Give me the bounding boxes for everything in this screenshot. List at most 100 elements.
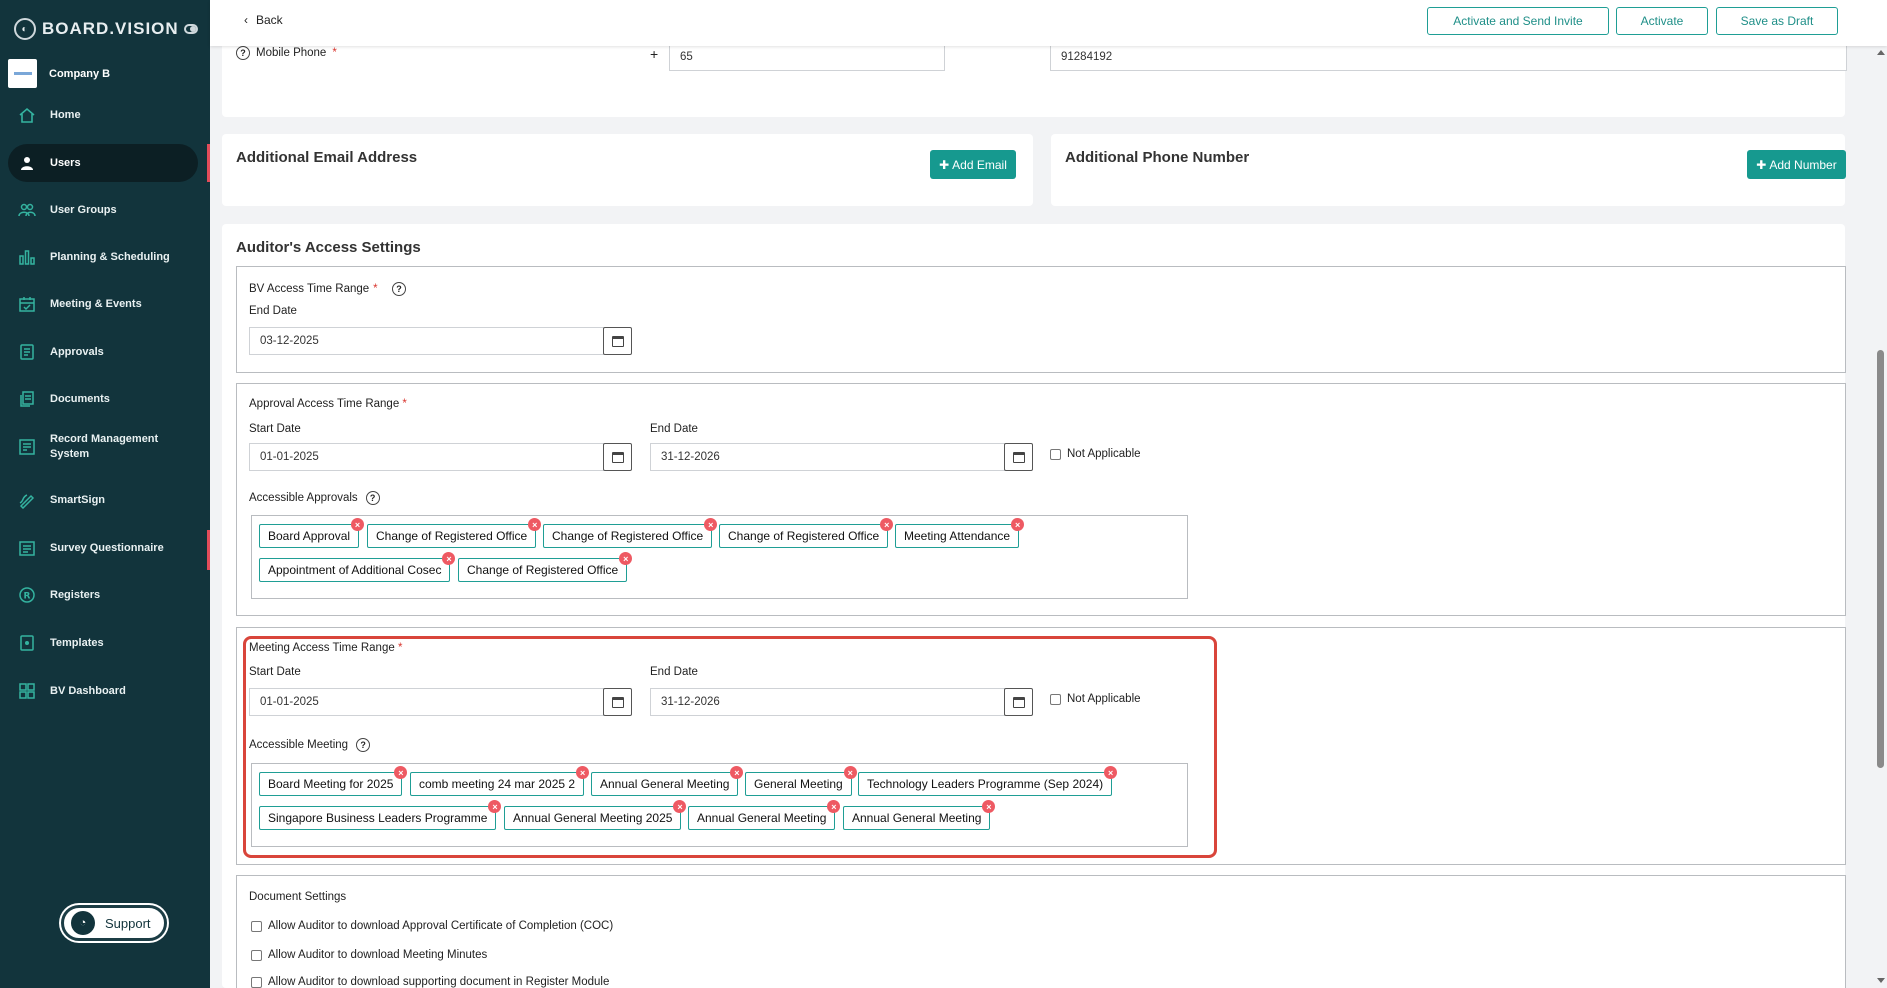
sidebar-item-records[interactable]: Record Management System xyxy=(8,428,198,466)
bv-end-date-input[interactable]: 03-12-2025 xyxy=(249,327,604,355)
approval-start-date-label: Start Date xyxy=(249,423,301,435)
approval-not-applicable-checkbox[interactable]: Not Applicable xyxy=(1050,448,1141,460)
chevron-left-icon: ‹ xyxy=(244,13,248,27)
meeting-tag: Singapore Business Leaders Programme × xyxy=(259,800,502,830)
bv-end-date-label: End Date xyxy=(249,305,297,317)
meeting-start-date-label: Start Date xyxy=(249,666,301,678)
mobile-phone-label: ? Mobile Phone * xyxy=(236,46,337,60)
survey-icon xyxy=(18,539,36,557)
remove-icon[interactable]: × xyxy=(351,518,365,531)
meeting-end-date-label: End Date xyxy=(650,666,698,678)
additional-email-card xyxy=(222,134,1033,206)
calendar-icon[interactable] xyxy=(1004,688,1033,716)
sidebar-item-registers[interactable]: R Registers xyxy=(8,576,198,614)
company-logo xyxy=(8,59,37,88)
sidebar-item-home[interactable]: Home xyxy=(8,96,198,134)
meeting-not-applicable-checkbox[interactable]: Not Applicable xyxy=(1050,693,1141,705)
approval-tag: Appointment of Additional Cosec × xyxy=(259,552,456,582)
sidebar-item-smartsign[interactable]: SmartSign xyxy=(8,481,198,519)
meeting-start-date-input[interactable]: 01-01-2025 xyxy=(249,688,604,716)
country-code-input[interactable]: 65 xyxy=(669,43,945,71)
document-icon xyxy=(18,390,36,408)
activate-send-invite-button[interactable]: Activate and Send Invite xyxy=(1427,7,1609,35)
approval-tag: Change of Registered Office × xyxy=(719,518,894,548)
active-indicator xyxy=(207,144,210,182)
calendar-icon[interactable] xyxy=(603,688,632,716)
help-icon[interactable]: ? xyxy=(392,282,407,296)
save-draft-button[interactable]: Save as Draft xyxy=(1716,7,1838,35)
back-link[interactable]: ‹ Back xyxy=(244,13,283,27)
document-settings-label: Document Settings xyxy=(249,891,347,903)
theme-toggle-icon[interactable] xyxy=(184,24,198,34)
sidebar-item-templates[interactable]: Templates xyxy=(8,624,198,662)
calendar-icon[interactable] xyxy=(603,443,632,471)
sidebar-item-users[interactable]: Users xyxy=(8,144,198,182)
register-download-checkbox[interactable]: Allow Auditor to download supporting doc… xyxy=(251,976,609,988)
help-icon[interactable]: ? xyxy=(356,738,371,752)
sidebar-item-planning[interactable]: Planning & Scheduling xyxy=(8,238,198,276)
checkbox-box[interactable] xyxy=(1050,693,1061,705)
brand-logo[interactable]: ◐ BOARD.VISION xyxy=(14,18,179,40)
sidebar-item-user-groups[interactable]: User Groups xyxy=(8,191,198,229)
checkbox-box[interactable] xyxy=(1050,448,1061,460)
help-icon[interactable]: ? xyxy=(365,491,380,505)
plus-icon: ✚ xyxy=(1756,157,1767,172)
sidebar-item-label: Record Management System xyxy=(50,433,159,460)
meeting-tag: Annual General Meeting × xyxy=(843,800,996,830)
add-number-button[interactable]: ✚ Add Number xyxy=(1747,150,1846,179)
additional-email-title: Additional Email Address xyxy=(236,149,418,166)
bv-access-label: BV Access Time Range * ? xyxy=(249,282,407,296)
remove-icon[interactable]: × xyxy=(843,766,857,779)
meeting-tag: Technology Leaders Programme (Sep 2024) × xyxy=(858,766,1118,796)
calendar-icon[interactable] xyxy=(603,327,632,355)
minutes-download-checkbox[interactable]: Allow Auditor to download Meeting Minute… xyxy=(251,949,487,961)
company-switcher[interactable]: Company B xyxy=(8,59,110,88)
additional-phone-title: Additional Phone Number xyxy=(1065,149,1250,166)
approval-start-date-input[interactable]: 01-01-2025 xyxy=(249,443,604,471)
sidebar-item-label: Home xyxy=(50,108,81,121)
approval-end-date-input[interactable]: 31-12-2026 xyxy=(650,443,1005,471)
meeting-tag: Annual General Meeting × xyxy=(591,766,744,796)
chart-icon xyxy=(18,248,36,266)
support-label: Support xyxy=(105,915,151,931)
scroll-up-icon[interactable] xyxy=(1877,50,1885,55)
activate-button[interactable]: Activate xyxy=(1616,7,1708,35)
approval-icon xyxy=(18,343,36,361)
remove-icon[interactable]: × xyxy=(1011,518,1025,531)
sidebar-item-survey[interactable]: Survey Questionnaire xyxy=(8,529,198,567)
meeting-end-date-input[interactable]: 31-12-2026 xyxy=(650,688,1005,716)
meeting-tag: comb meeting 24 mar 2025 2 × xyxy=(410,766,590,796)
plus-sign: + xyxy=(650,46,659,62)
sidebar-item-meetings[interactable]: Meeting & Events xyxy=(8,285,198,323)
sidebar-item-documents[interactable]: Documents xyxy=(8,380,198,418)
user-group-icon xyxy=(18,201,36,219)
meeting-tag: Annual General Meeting × xyxy=(688,800,841,830)
svg-text:R: R xyxy=(24,592,31,602)
sidebar-item-label: Documents xyxy=(50,392,110,405)
sidebar-item-label: Templates xyxy=(50,636,104,649)
phone-number-input[interactable]: 91284192 xyxy=(1050,43,1847,71)
scrollbar-thumb[interactable] xyxy=(1877,350,1884,768)
user-icon xyxy=(18,154,36,172)
support-button[interactable]: ◔ Support xyxy=(61,905,167,941)
checkbox-box[interactable] xyxy=(251,949,262,961)
sidebar-item-approvals[interactable]: Approvals xyxy=(8,333,198,371)
checkbox-box[interactable] xyxy=(251,976,262,988)
sidebar-item-dashboard[interactable]: BV Dashboard xyxy=(8,672,198,710)
add-email-button[interactable]: ✚ Add Email xyxy=(930,150,1016,179)
approval-tag: Change of Registered Office × xyxy=(543,518,718,548)
sidebar-item-label: User Groups xyxy=(50,203,117,216)
chat-bubble-icon: ◔ xyxy=(71,911,95,935)
scroll-down-icon[interactable] xyxy=(1877,978,1885,983)
approval-tag: Board Approval × xyxy=(259,518,365,548)
meeting-access-label: Meeting Access Time Range * xyxy=(249,642,403,654)
checkbox-box[interactable] xyxy=(251,920,262,932)
coc-download-checkbox[interactable]: Allow Auditor to download Approval Certi… xyxy=(251,920,613,932)
registers-icon: R xyxy=(18,586,36,604)
calendar-icon[interactable] xyxy=(1004,443,1033,471)
back-label: Back xyxy=(256,13,283,27)
remove-icon[interactable]: × xyxy=(576,766,590,779)
home-icon xyxy=(18,106,36,124)
sidebar-item-label: Registers xyxy=(50,588,101,601)
help-icon[interactable]: ? xyxy=(236,46,250,60)
